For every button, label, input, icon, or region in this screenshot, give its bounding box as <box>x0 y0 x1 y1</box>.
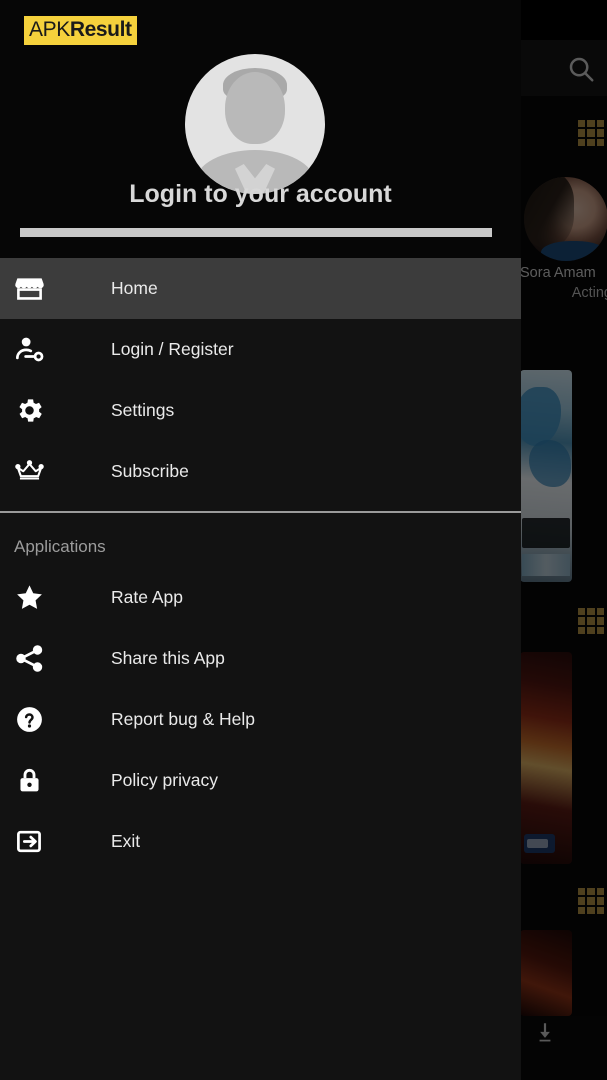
drawer-item-label: Report bug & Help <box>111 709 255 729</box>
drawer-item-report-bug-help[interactable]: Report bug & Help <box>0 689 521 750</box>
store-icon <box>14 269 66 309</box>
drawer-item-subscribe[interactable]: Subscribe <box>0 441 521 502</box>
drawer-item-login-register[interactable]: Login / Register <box>0 319 521 380</box>
drawer-secondary-menu: Rate App Share this App Report bug & Hel… <box>0 567 521 872</box>
header-highlight-bar <box>20 228 492 237</box>
help-circle-icon <box>14 700 66 740</box>
account-key-icon <box>14 330 66 370</box>
drawer-item-label: Home <box>111 278 158 298</box>
crown-icon <box>14 452 66 492</box>
section-header-applications: Applications <box>14 537 106 556</box>
gear-icon <box>14 391 66 431</box>
lock-icon <box>14 761 66 801</box>
drawer-item-policy-privacy[interactable]: Policy privacy <box>0 750 521 811</box>
drawer-item-exit[interactable]: Exit <box>0 811 521 872</box>
drawer-item-share-app[interactable]: Share this App <box>0 628 521 689</box>
drawer-item-label: Share this App <box>111 648 225 668</box>
drawer-item-label: Exit <box>111 831 141 851</box>
navigation-drawer: APKResult Login to your account Home Log… <box>0 0 521 1080</box>
app-screen: Sora Amam Acting APKResult <box>0 0 607 1080</box>
drawer-item-home[interactable]: Home <box>0 258 521 319</box>
drawer-item-label: Login / Register <box>111 339 234 359</box>
watermark: APKResult <box>24 16 137 45</box>
watermark-bold: Result <box>69 18 132 41</box>
star-icon <box>14 578 66 618</box>
watermark-prefix: APK <box>29 18 70 41</box>
default-user-avatar-icon[interactable] <box>185 54 325 194</box>
drawer-item-rate-app[interactable]: Rate App <box>0 567 521 628</box>
drawer-primary-menu: Home Login / Register Settings Subscribe <box>0 258 521 502</box>
drawer-item-label: Policy privacy <box>111 770 218 790</box>
drawer-header: APKResult Login to your account <box>0 0 521 258</box>
drawer-item-settings[interactable]: Settings <box>0 380 521 441</box>
share-icon <box>14 639 66 679</box>
drawer-item-label: Subscribe <box>111 461 189 481</box>
login-title: Login to your account <box>129 180 392 208</box>
drawer-item-label: Settings <box>111 400 175 420</box>
drawer-item-label: Rate App <box>111 587 183 607</box>
exit-icon <box>14 822 66 862</box>
